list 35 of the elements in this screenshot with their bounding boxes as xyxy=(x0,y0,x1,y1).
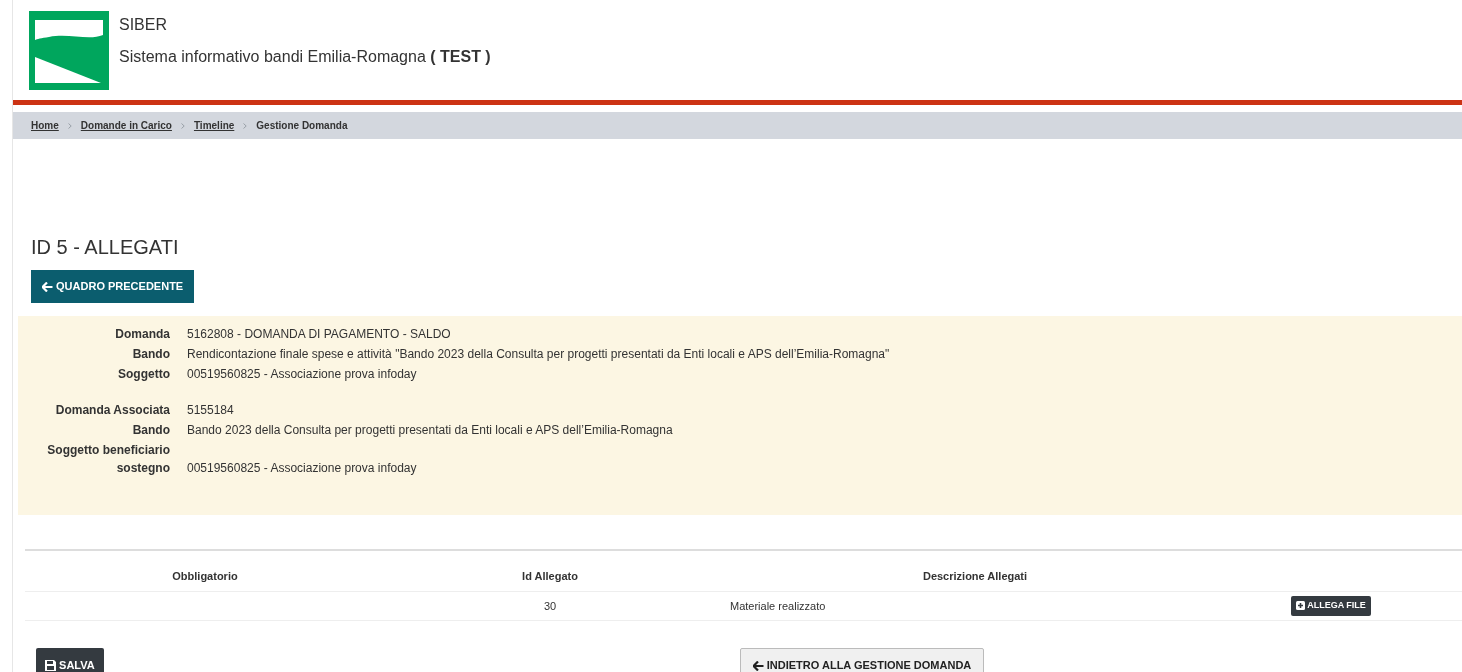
breadcrumb-link[interactable]: Timeline xyxy=(193,118,235,133)
table-cell: Materiale realizzato xyxy=(730,599,826,612)
site-subtitle: Sistema informativo bandi Emilia-Romagna xyxy=(119,48,426,65)
field-value: 5155184 xyxy=(187,401,235,419)
chevron-right-icon xyxy=(180,122,185,129)
attach-file-button[interactable]: ALLEGA FILE xyxy=(1291,596,1371,616)
field-label: Bando xyxy=(131,345,170,363)
field-value: Bando 2023 della Consulta per progetti presentati da Enti locali e APS dell’Emilia-Romagna xyxy=(187,421,674,439)
breadcrumb-link[interactable]: Home xyxy=(31,118,59,133)
field-value: 00519560825 - Associazione prova infoday xyxy=(187,459,418,477)
arrow-left-icon xyxy=(42,282,53,292)
page-title: ID 5 - ALLEGATI xyxy=(31,235,180,260)
field-label: Domanda Associata xyxy=(54,401,170,419)
column-header: Obbligatorio xyxy=(171,568,239,584)
field-value: 00519560825 - Associazione prova infoday xyxy=(187,365,418,383)
site-title: SIBER xyxy=(119,15,168,35)
field-label: Domanda xyxy=(114,325,170,343)
field-value: Rendicontazione finale spese e attività "Bando 2023 della Consulta per progetti presentati da Enti locali e APS dell’Emilia-Romagna" xyxy=(187,345,891,363)
plus-square-icon xyxy=(1296,601,1305,610)
column-header: Id Allegato xyxy=(521,568,579,584)
field-label: Bando xyxy=(131,421,170,439)
return-button[interactable]: INDIETRO ALLA GESTIONE DOMANDA xyxy=(739,647,985,672)
save-button[interactable]: SALVA xyxy=(36,647,104,672)
field-label: Soggetto xyxy=(117,365,170,383)
field-value: 5162808 - DOMANDA DI PAGAMENTO - SALDO xyxy=(187,325,452,343)
arrow-left-icon xyxy=(752,660,764,671)
breadcrumb-link[interactable]: Domande in Carico xyxy=(80,118,172,133)
field-label: Soggetto beneficiario sostegno xyxy=(46,441,170,477)
column-header: Descrizione Allegati xyxy=(921,568,1029,584)
chevron-right-icon xyxy=(67,122,72,129)
table-cell: 30 xyxy=(543,599,557,612)
breadcrumb-current: Gestione Domanda xyxy=(256,119,348,133)
environment-label: ( TEST ) xyxy=(429,48,491,65)
back-button[interactable]: QUADRO PRECEDENTE xyxy=(31,270,195,303)
chevron-right-icon xyxy=(243,122,248,129)
